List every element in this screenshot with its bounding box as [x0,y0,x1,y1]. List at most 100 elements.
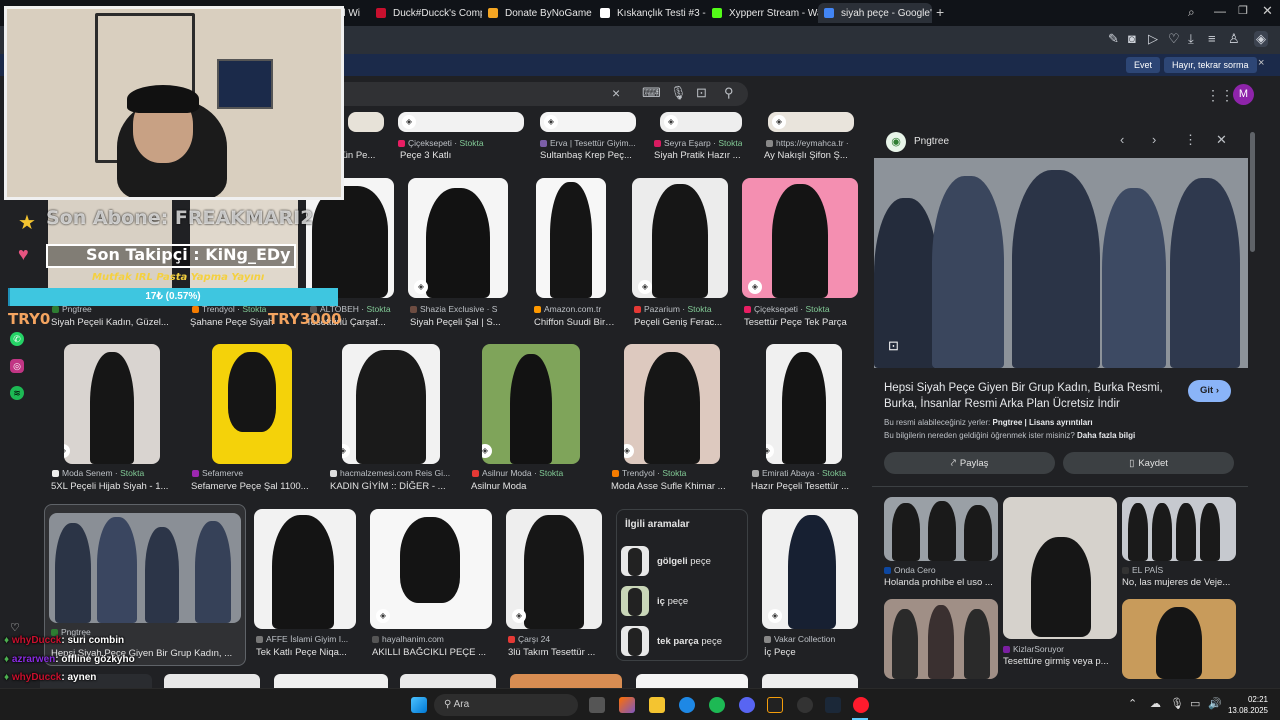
image-result-partial[interactable] [274,674,388,688]
tab-2[interactable]: Donate ByNoGame - Stre [482,3,594,23]
opera-icon[interactable] [853,697,869,713]
new-tab-button[interactable]: + [936,4,944,20]
image-result[interactable]: ◈ Pazarium · Stokta Peçeli Geniş Ferac..… [632,178,730,330]
steam-icon[interactable] [825,697,841,713]
panel-scrollbar[interactable] [1250,132,1255,252]
infobar-close-icon[interactable]: × [1258,57,1264,69]
related-item[interactable]: tek parça peçe [621,624,745,658]
image-result[interactable]: ◈ Shazia Exclusive · S Siyah Peçeli Şal … [408,178,510,330]
start-icon[interactable] [411,697,427,713]
image-result[interactable]: ◈ hayalhanim.com AKILLI BAĞCIKLI PEÇE ..… [370,509,494,661]
play-icon[interactable]: ▷ [1148,31,1158,47]
image-result[interactable]: Amazon.com.tr Chiffon Suudi Birin... [534,178,616,330]
image-result[interactable]: ◈ Emirati Abaya · Stokta Hazır Peçeli Te… [750,342,860,494]
tray-chevron-icon[interactable]: ⌃ [1128,697,1137,710]
image-result[interactable]: tün Pe... [340,112,386,162]
image-result[interactable]: Sefamerve Sefamerve Peçe Şal 1100... [190,342,314,494]
image-result-partial[interactable] [762,674,858,688]
learn-more-link[interactable]: Daha fazla bilgi [1077,431,1135,440]
image-result[interactable]: ◈ Vakar Collection İç Peçe [762,509,860,661]
result-source: EL PAÍS [1122,565,1236,575]
related-item[interactable]: gölgeli peçe [621,544,745,578]
image-result-partial[interactable] [636,674,748,688]
license-link[interactable]: Pngtree | Lisans ayrıntıları [993,418,1093,427]
next-icon[interactable]: › [1152,132,1156,147]
app-icon[interactable] [767,697,783,713]
image-result[interactable]: ◈ https://eymahca.tr · Ay Nakışlı Şifon … [764,112,858,162]
image-result[interactable]: ◈ hacmalzemesi.com Reis Gi... KADIN GİYİ… [328,342,454,494]
stock-label: Stokta [805,304,830,314]
tab-5-active[interactable]: siyah peçe - Google'da Ar [818,3,932,23]
minimize-icon[interactable]: — [1214,4,1226,18]
tab-4[interactable]: Xypperr Stream - Watch L [706,3,818,23]
image-result[interactable]: ◈ Trendyol · Stokta Moda Asse Sufle Khim… [610,342,734,494]
previous-icon[interactable]: ‹ [1120,132,1124,147]
task-view-icon[interactable] [589,697,605,713]
apps-grid-icon[interactable]: ⋮⋮ [1206,87,1234,104]
spotify-taskbar-icon[interactable] [709,697,725,713]
profile-icon[interactable]: ♙ [1228,31,1240,47]
microphone-icon[interactable]: 🎙 [670,85,687,101]
image-result[interactable]: ◈ Çarşı 24 3lü Takım Tesettür ... [506,509,604,661]
extension-icon[interactable]: ◈ [1254,31,1268,47]
panel-related-result[interactable] [1122,599,1236,679]
image-result[interactable]: ◈ Çiçeksepeti · Stokta Tesettür Peçe Tek… [742,178,860,330]
share-button[interactable]: ⤤ Paylaş [884,452,1055,474]
panel-related-result[interactable] [1003,497,1117,639]
panel-related-result[interactable] [884,599,998,679]
edit-icon[interactable]: ✎ [1108,31,1119,47]
image-result[interactable]: ◈ Erva | Tesettür Giyim... Sultanbaş Kre… [540,112,636,162]
microphone-icon[interactable]: 🎙 [1170,697,1184,710]
close-panel-icon[interactable]: ✕ [1216,132,1227,148]
more-options-icon[interactable]: ⋮ [1184,132,1197,148]
panel-related-result[interactable]: KizlarSoruyor Tesettüre girmiş veya p... [1003,642,1117,678]
image-result-partial[interactable] [510,674,622,688]
discord-icon[interactable] [739,697,755,713]
account-avatar[interactable]: M [1233,84,1254,105]
clear-search-icon[interactable]: × [612,85,620,101]
search-icon[interactable]: ⚲ [724,85,734,101]
image-result[interactable]: ALTOBEH · Stokta Tesettürlü Çarşaf... [306,178,394,330]
menu-icon[interactable]: ≡ [1208,31,1216,46]
image-result[interactable]: ◈ Seyra Eşarp · Stokta Siyah Pratik Hazı… [654,112,742,162]
heart-icon[interactable]: ♡ [1168,31,1180,47]
maximize-icon[interactable]: ❐ [1238,4,1248,17]
image-result[interactable]: ◈ Moda Senem · Stokta 5XL Peçeli Hijab S… [48,342,176,494]
infobar-yes-button[interactable]: Evet [1126,57,1161,73]
search-box[interactable]: × ⌨ 🎙 ⊡ ⚲ [340,82,748,106]
image-result-partial[interactable] [164,674,260,688]
image-result[interactable]: AFFE İslami Giyim I... Tek Katlı Peçe Ni… [254,509,358,661]
panel-related-result[interactable]: Onda Cero Holanda prohíbe el uso ... [884,497,998,593]
camera-icon[interactable]: ◙ [1128,31,1136,46]
clock[interactable]: 02:21 13.08.2025 [1220,694,1268,716]
tab-3[interactable]: Kıskançlık Testi #3 - Quizel [594,3,706,23]
image-result[interactable]: ◈ Çiçeksepeti · Stokta Peçe 3 Katlı [398,112,524,162]
visit-button[interactable]: Git › [1188,380,1232,402]
image-result-partial[interactable] [400,674,496,688]
search-tabs-icon[interactable]: ⌕ [1188,5,1195,20]
tray-app-icon[interactable]: ☁ [1150,697,1161,710]
image-result[interactable]: ◈ Asilnur Moda · Stokta Asilnur Moda [470,342,596,494]
obs-icon[interactable] [797,697,813,713]
download-icon[interactable]: ⤓ [1188,31,1194,47]
result-thumbnail [1122,599,1236,679]
lens-search-icon[interactable]: ⊡ [888,338,899,354]
result-title: 5XL Peçeli Hijab Siyah - 1... [51,481,169,492]
panel-title[interactable]: Hepsi Siyah Peçe Giyen Bir Grup Kadın, B… [884,380,1176,412]
network-icon[interactable]: ▭ [1190,697,1200,710]
tab-1[interactable]: Duck#Ducck's Competitiv [370,3,482,23]
lens-icon[interactable]: ⊡ [696,85,707,101]
save-button[interactable]: ▯ Kaydet [1063,452,1234,474]
copilot-icon[interactable] [619,697,635,713]
file-explorer-icon[interactable] [649,697,665,713]
panel-source[interactable]: Pngtree [914,136,949,147]
result-thumbnail: ◈ [768,112,854,132]
close-window-icon[interactable]: ✕ [1262,3,1273,19]
panel-related-result[interactable]: EL PAÍS No, las mujeres de Veje... [1122,497,1236,593]
keyboard-icon[interactable]: ⌨ [642,85,661,101]
edge-icon[interactable] [679,697,695,713]
preview-image[interactable]: ⊡ [874,158,1248,368]
taskbar-search[interactable]: ⚲ Ara [434,694,578,716]
related-item[interactable]: iç peçe [621,584,745,618]
infobar-no-button[interactable]: Hayır, tekrar sorma [1164,57,1257,73]
